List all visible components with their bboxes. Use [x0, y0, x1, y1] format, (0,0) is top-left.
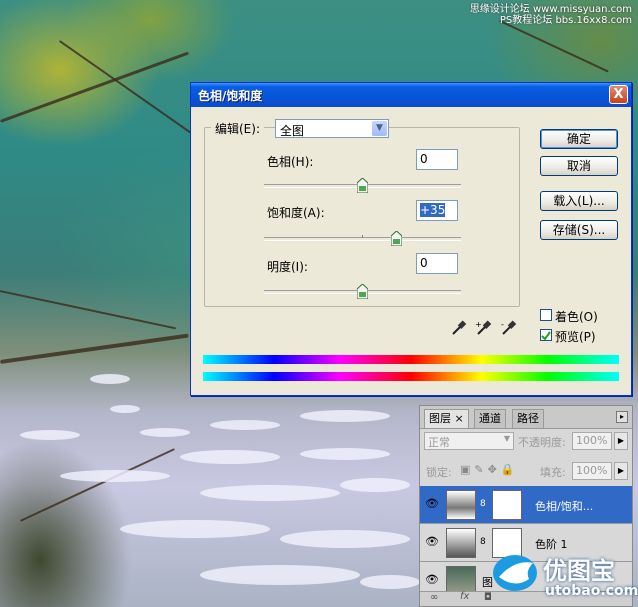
- close-icon[interactable]: ×: [455, 412, 464, 425]
- blend-mode-select[interactable]: 正常 ▼: [424, 432, 514, 450]
- lightness-label: 明度(I):: [267, 260, 308, 274]
- lightness-input[interactable]: 0: [416, 253, 458, 274]
- chevron-down-icon: ▼: [503, 434, 510, 443]
- opacity-label: 不透明度:: [518, 436, 566, 449]
- panel-menu-icon[interactable]: ▸: [616, 411, 628, 423]
- colorize-label[interactable]: 着色(O): [555, 308, 598, 325]
- fill-label: 填充:: [540, 466, 566, 479]
- svg-text:-: -: [501, 320, 504, 329]
- saturation-label: 饱和度(A):: [267, 206, 325, 220]
- close-button[interactable]: X: [609, 85, 628, 104]
- lock-icons[interactable]: ▣✎✥🔒: [460, 463, 519, 476]
- ok-button[interactable]: 确定: [540, 129, 618, 149]
- eyedropper-plus-icon[interactable]: +: [475, 319, 493, 337]
- load-button[interactable]: 载入(L)...: [540, 191, 618, 211]
- layer-name: 色相/饱和...: [535, 500, 594, 513]
- edit-groupbox: [204, 127, 520, 307]
- visibility-eye-icon[interactable]: 👁: [424, 573, 440, 587]
- tab-layers[interactable]: 图层 ×: [424, 409, 469, 428]
- lightness-slider-thumb[interactable]: [357, 284, 368, 299]
- lock-label: 锁定:: [426, 466, 452, 479]
- fx-icon[interactable]: fx: [460, 591, 469, 602]
- hue-slider-thumb[interactable]: [357, 178, 368, 193]
- link-layers-icon[interactable]: ∞: [430, 592, 438, 603]
- eyedropper-icon[interactable]: [450, 319, 468, 337]
- colorize-checkbox[interactable]: [540, 309, 552, 321]
- opacity-input[interactable]: 100%: [572, 432, 612, 450]
- saturation-slider-thumb[interactable]: [391, 231, 403, 246]
- saturation-input[interactable]: +35: [416, 200, 458, 221]
- save-button[interactable]: 存储(S)...: [540, 220, 618, 240]
- hue-saturation-dialog: 色相/饱和度 X 编辑(E): 全图 ▼ 色相(H): 0 饱和度(A): +3…: [190, 82, 632, 396]
- bird-logo-icon: [493, 555, 537, 591]
- preview-checkbox[interactable]: [540, 329, 552, 341]
- watermark-text: 思缘设计论坛 www.missyuan.com PS教程论坛 bbs.16xx8…: [469, 4, 632, 26]
- chevron-down-icon[interactable]: ▼: [372, 121, 387, 136]
- hue-input[interactable]: 0: [416, 149, 458, 170]
- visibility-eye-icon[interactable]: 👁: [424, 535, 440, 549]
- edit-label: 编辑(E):: [211, 120, 264, 137]
- layers-tabs: 图层 × 通道 路径 ▸: [420, 406, 632, 429]
- opacity-arrow-icon[interactable]: ▶: [614, 432, 628, 450]
- link-icon: 8: [480, 499, 486, 509]
- logo-site: utobao.com: [545, 583, 638, 599]
- output-spectrum-bar: [203, 372, 619, 381]
- site-logo: 优图宝 utobao.com: [485, 545, 638, 605]
- saturation-slider-track[interactable]: [264, 235, 461, 241]
- tab-channels[interactable]: 通道: [474, 409, 506, 428]
- checkmark-icon: [541, 331, 551, 341]
- dialog-titlebar[interactable]: 色相/饱和度 X: [191, 83, 631, 107]
- eyedropper-minus-icon[interactable]: -: [500, 319, 518, 337]
- input-spectrum-bar: [203, 355, 619, 364]
- fill-input[interactable]: 100%: [572, 462, 612, 480]
- fill-arrow-icon[interactable]: ▶: [614, 462, 628, 480]
- visibility-eye-icon[interactable]: 👁: [424, 497, 440, 511]
- edit-select-value: 全图: [280, 124, 305, 138]
- dialog-title: 色相/饱和度: [198, 89, 263, 103]
- svg-text:+: +: [475, 320, 482, 329]
- logo-name: 优图宝: [543, 557, 615, 585]
- layer-row[interactable]: 👁 8 色相/饱和...: [420, 486, 632, 524]
- preview-label[interactable]: 预览(P): [555, 328, 596, 345]
- adjustment-thumbnail: [446, 490, 476, 520]
- edit-select[interactable]: 全图 ▼: [275, 119, 389, 138]
- cancel-button[interactable]: 取消: [540, 156, 618, 176]
- hue-label: 色相(H):: [267, 155, 314, 169]
- tab-paths[interactable]: 路径: [512, 409, 544, 428]
- levels-thumbnail: [446, 528, 476, 558]
- mask-thumbnail: [492, 490, 522, 520]
